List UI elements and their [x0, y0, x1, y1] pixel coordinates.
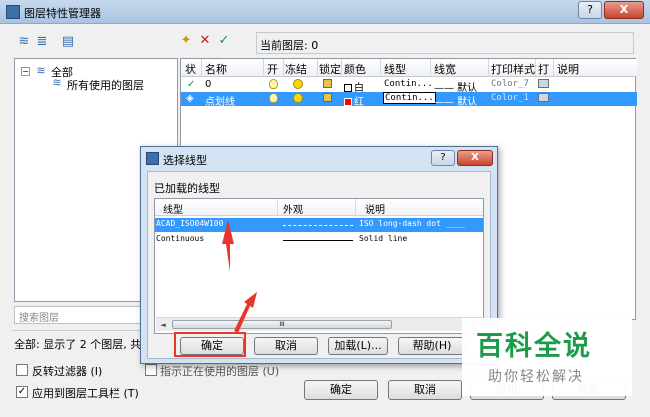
- watermark-subtitle: 助你轻松解决: [488, 369, 584, 385]
- col-description[interactable]: 说明: [365, 201, 385, 216]
- linetype-description: ISO long-dash dot ____: [359, 219, 465, 228]
- new-filter-icon[interactable]: ≋: [16, 34, 32, 50]
- tree-item-used-layers[interactable]: 所有使用的图层: [67, 77, 144, 93]
- group-filter-icon[interactable]: ≣: [34, 34, 50, 50]
- linetype-preview: [283, 240, 353, 241]
- col-description[interactable]: 说明: [557, 61, 579, 77]
- plot-style-value: Color_7: [491, 79, 529, 89]
- dialog-cancel-button[interactable]: 取消: [254, 337, 318, 355]
- apply-to-toolbar-checkbox[interactable]: ✓: [16, 386, 28, 398]
- dialog-help-text-button[interactable]: 帮助(H): [398, 337, 466, 355]
- horizontal-scrollbar[interactable]: ◄ III ►: [156, 317, 482, 331]
- color-swatch[interactable]: 红: [344, 93, 364, 108]
- dialog-body: 已加载的线型 线型 外观 说明 ACAD_ISO04W100 ISO long-…: [147, 171, 491, 359]
- main-ok-button[interactable]: 确定: [304, 380, 378, 400]
- col-linetype[interactable]: 线型: [384, 61, 406, 77]
- col-freeze[interactable]: 冻结: [285, 61, 307, 77]
- status-check-icon: ✓: [187, 79, 196, 90]
- col-color[interactable]: 颜色: [344, 61, 366, 77]
- indicate-used-label: 指示正在使用的图层 (U): [160, 365, 280, 378]
- linetype-list: 线型 外观 说明 ACAD_ISO04W100 ISO long-dash do…: [154, 198, 484, 334]
- invert-filter-label: 反转过滤器 (I): [32, 365, 103, 378]
- indicate-used-checkbox[interactable]: [145, 364, 157, 376]
- linetype-value[interactable]: Contin...: [383, 92, 436, 104]
- new-layer-icon[interactable]: ✦: [178, 33, 194, 49]
- layer-status-icon: ◈: [186, 93, 194, 104]
- on-bulb-icon[interactable]: [269, 93, 278, 106]
- linetype-name: Continuous: [156, 234, 205, 243]
- annotation-highlight-box: [174, 332, 246, 357]
- layer-row[interactable]: ✓ 0 白 Contin... —— 默认 Color_7: [181, 78, 637, 94]
- dialog-app-icon: AutoCAD: [146, 152, 159, 165]
- col-lineweight[interactable]: 线宽: [434, 61, 456, 77]
- linetype-list-header: 线型 外观 说明: [155, 199, 483, 216]
- linetype-row[interactable]: ACAD_ISO04W100 ISO long-dash dot ____: [155, 218, 483, 232]
- lock-icon[interactable]: [323, 93, 332, 105]
- linetype-value[interactable]: Contin...: [384, 79, 433, 89]
- col-lock[interactable]: 锁定: [319, 61, 341, 77]
- lineweight-value[interactable]: —— 默认: [434, 93, 477, 108]
- thaw-sun-icon[interactable]: [293, 79, 303, 92]
- col-name[interactable]: 名称: [205, 61, 227, 77]
- on-bulb-icon[interactable]: [269, 79, 278, 92]
- dialog-title: 选择线型: [163, 154, 207, 167]
- dialog-load-button[interactable]: 加载(L)...: [328, 337, 388, 355]
- dialog-close-button[interactable]: X: [457, 150, 493, 166]
- dialog-help-button[interactable]: ?: [431, 150, 455, 166]
- scroll-left-icon[interactable]: ◄: [157, 320, 169, 330]
- layer-name[interactable]: 点划线: [205, 93, 235, 108]
- tree-expander-icon[interactable]: −: [21, 67, 30, 76]
- close-button[interactable]: X: [604, 1, 644, 19]
- layer-name[interactable]: 0: [205, 79, 211, 90]
- watermark-title: 百科全说: [476, 331, 592, 362]
- color-name: 红: [354, 97, 364, 108]
- watermark: 百科全说 助你轻松解决: [462, 318, 632, 396]
- linetype-description: Solid line: [359, 234, 408, 243]
- col-linetype[interactable]: 线型: [163, 201, 183, 216]
- invert-filter-checkbox[interactable]: [16, 364, 28, 376]
- set-current-icon[interactable]: ✓: [216, 33, 232, 49]
- col-status[interactable]: 状: [185, 61, 196, 77]
- lock-icon[interactable]: [323, 79, 332, 91]
- status-text: 全部: 显示了 2 个图层, 共: [14, 338, 142, 351]
- linetype-name: ACAD_ISO04W100: [156, 219, 224, 228]
- col-plot[interactable]: 打: [538, 61, 549, 77]
- layer-stack-icon: ≋: [52, 76, 62, 89]
- col-plot-style[interactable]: 打印样式: [491, 61, 535, 77]
- delete-layer-icon[interactable]: ✕: [197, 33, 213, 49]
- thaw-sun-icon[interactable]: [293, 93, 303, 106]
- layer-states-icon[interactable]: ▤: [60, 34, 76, 50]
- title-bar: AutoCAD 图层特性管理器 ? X: [0, 0, 650, 24]
- help-button[interactable]: ?: [578, 1, 602, 19]
- plot-style-value: Color_1: [491, 93, 529, 103]
- col-appearance[interactable]: 外观: [283, 201, 303, 216]
- linetype-preview: [283, 225, 353, 226]
- window-title: 图层特性管理器: [24, 7, 101, 20]
- col-on[interactable]: 开: [267, 61, 278, 77]
- linetype-row[interactable]: Continuous Solid line: [155, 233, 483, 247]
- printer-icon[interactable]: [538, 93, 549, 105]
- apply-to-toolbar-label: 应用到图层工具栏 (T): [32, 387, 139, 400]
- scroll-thumb[interactable]: III: [172, 320, 392, 329]
- printer-icon[interactable]: [538, 79, 549, 91]
- main-cancel-button[interactable]: 取消: [388, 380, 462, 400]
- layer-list-header: 状 名称 开 冻结 锁定 颜色 线型 线宽 打印样式 打 说明: [181, 59, 637, 77]
- app-icon: AutoCAD: [6, 5, 20, 19]
- layer-row[interactable]: ◈ 点划线 红 Contin... —— 默认 Color_1: [181, 92, 637, 108]
- layer-stack-icon: ≋: [36, 64, 46, 77]
- current-layer-label: 当前图层: 0: [260, 39, 319, 52]
- loaded-linetypes-label: 已加载的线型: [154, 182, 220, 195]
